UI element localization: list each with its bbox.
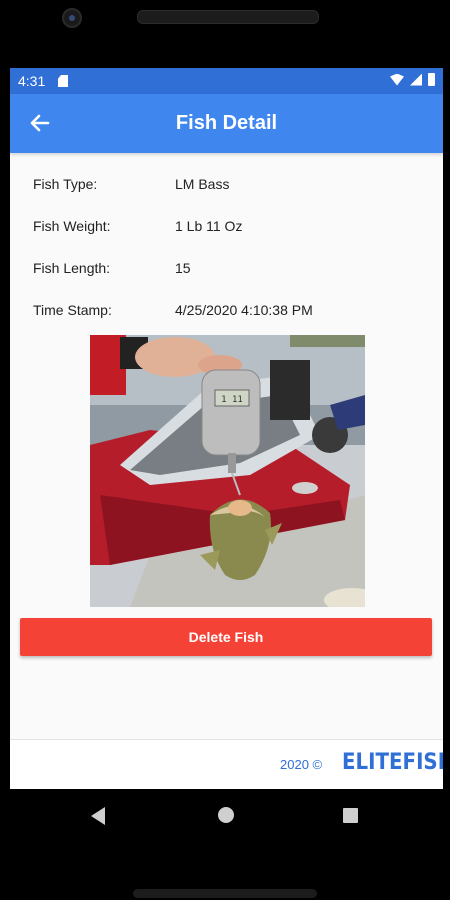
fish-photo: 1 11 — [90, 335, 365, 607]
app-screen: 4:31 Fish Detail Fish Type: LM Bass Fish… — [10, 68, 443, 789]
fish-photo-illustration: 1 11 — [90, 335, 365, 607]
status-icons — [390, 73, 435, 86]
fish-length-label: Fish Length: — [33, 260, 111, 276]
fish-weight-value: 1 Lb 11 Oz — [175, 218, 243, 234]
delete-fish-button[interactable]: Delete Fish — [20, 618, 432, 656]
time-stamp-label: Time Stamp: — [33, 302, 112, 318]
home-circle-icon[interactable] — [218, 807, 234, 823]
app-bar: Fish Detail — [10, 94, 443, 153]
fish-type-value: LM Bass — [175, 176, 230, 192]
device-top-bezel — [0, 0, 450, 68]
front-camera-icon — [62, 8, 82, 28]
earpiece-speaker — [137, 10, 319, 24]
fish-weight-label: Fish Weight: — [33, 218, 111, 234]
detail-row-type: Fish Type: LM Bass — [33, 176, 433, 218]
copyright-text: 2020 © — [280, 757, 323, 772]
status-bar: 4:31 — [10, 68, 443, 94]
detail-row-weight: Fish Weight: 1 Lb 11 Oz — [33, 218, 433, 260]
footer: 2020 © ELITEFISH — [10, 740, 443, 789]
battery-icon — [428, 73, 435, 86]
wifi-icon — [390, 73, 404, 86]
signal-icon — [410, 73, 422, 86]
time-stamp-value: 4/25/2020 4:10:38 PM — [175, 302, 313, 318]
sd-card-icon — [58, 75, 68, 87]
elitefish-logo: ELITEFISH — [342, 750, 443, 775]
fish-details: Fish Type: LM Bass Fish Weight: 1 Lb 11 … — [33, 176, 433, 344]
back-triangle-icon[interactable] — [91, 807, 105, 825]
page-title: Fish Detail — [175, 112, 278, 134]
system-nav-bar — [0, 789, 450, 900]
device-bottom-bezel — [133, 889, 317, 898]
recents-square-icon[interactable] — [343, 808, 358, 823]
status-time: 4:31 — [18, 73, 46, 89]
scale-readout: 1 11 — [221, 395, 243, 405]
fish-type-label: Fish Type: — [33, 176, 98, 192]
fish-length-value: 15 — [175, 260, 191, 276]
detail-row-length: Fish Length: 15 — [33, 260, 433, 302]
